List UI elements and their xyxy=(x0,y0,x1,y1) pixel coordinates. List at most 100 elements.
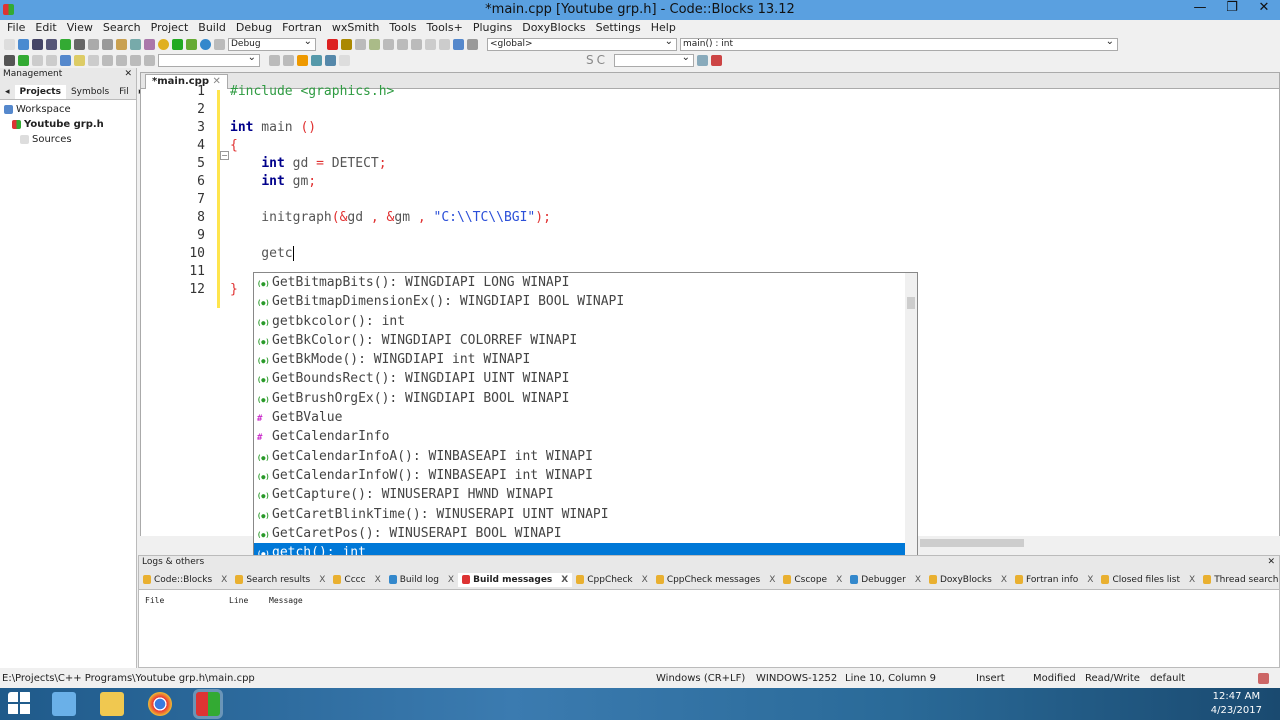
step-instruction-icon[interactable] xyxy=(411,38,422,50)
code-completion-icon[interactable] xyxy=(144,54,155,66)
autocomplete-item[interactable]: (●) GetCalendarInfoA(): WINBASEAPI int WI… xyxy=(254,447,905,466)
find-symbol-icon[interactable] xyxy=(697,54,709,66)
settings-wrench-icon[interactable] xyxy=(711,54,723,66)
autocomplete-item[interactable]: (●) GetBoundsRect(): WINGDIAPI UINT WINAP… xyxy=(254,369,905,388)
menu-view[interactable]: View xyxy=(62,20,98,36)
save-icon[interactable] xyxy=(32,38,43,50)
log-tab-cscope[interactable]: Cscope X xyxy=(779,573,846,587)
close-tab-icon[interactable]: ✕ xyxy=(212,76,220,87)
debug-windows-icon[interactable] xyxy=(453,38,464,50)
menu-file[interactable]: File xyxy=(2,20,30,36)
regex-icon[interactable] xyxy=(339,54,350,66)
codeblocks-taskbar-icon[interactable] xyxy=(193,689,223,719)
comment-icon[interactable] xyxy=(32,54,43,66)
tree-item[interactable]: Workspace xyxy=(0,102,136,117)
code-line[interactable]: #include <graphics.h> xyxy=(230,84,394,99)
step-into-icon[interactable] xyxy=(369,38,380,50)
autocomplete-item[interactable]: # GetCalendarInfo xyxy=(254,427,905,446)
forward-icon[interactable] xyxy=(283,54,294,66)
abort-icon[interactable] xyxy=(214,38,225,50)
autocomplete-item[interactable]: (●) GetBkColor(): WINGDIAPI COLORREF WINA… xyxy=(254,331,905,350)
menu-settings[interactable]: Settings xyxy=(591,20,646,36)
close-button[interactable]: ✕ xyxy=(1248,0,1280,20)
close-log-tab-icon[interactable]: X xyxy=(1189,575,1195,585)
code-line[interactable]: int gd = DETECT; xyxy=(230,156,386,171)
next-instruction-icon[interactable] xyxy=(397,38,408,50)
close-log-tab-icon[interactable]: X xyxy=(915,575,921,585)
code-line[interactable]: int main () xyxy=(230,120,316,135)
log-tab-build-messages[interactable]: Build messages X xyxy=(458,572,573,587)
autocomplete-item[interactable]: (●) GetCalendarInfoW(): WINBASEAPI int WI… xyxy=(254,466,905,485)
pause-icon[interactable] xyxy=(425,38,436,50)
prev-bookmark-icon[interactable] xyxy=(102,54,113,66)
close-log-tab-icon[interactable]: X xyxy=(448,575,454,585)
log-tab-cppcheck-messages[interactable]: CppCheck messages X xyxy=(652,573,780,587)
close-management-button[interactable]: ✕ xyxy=(124,69,132,79)
code-line[interactable]: { xyxy=(230,138,238,153)
control-panel-icon[interactable] xyxy=(52,692,76,716)
log-tab-cppcheck[interactable]: CppCheck X xyxy=(572,573,652,587)
redo-icon[interactable] xyxy=(74,38,85,50)
paste-icon[interactable] xyxy=(116,38,127,50)
back-icon[interactable] xyxy=(269,54,280,66)
step-out-icon[interactable] xyxy=(383,38,394,50)
code-line[interactable]: initgraph(&gd , &gm , "C:\\TC\\BGI"); xyxy=(230,210,551,225)
highlight-icon[interactable] xyxy=(297,54,308,66)
file-explorer-icon[interactable] xyxy=(100,692,124,716)
autocomplete-item[interactable]: (●) GetCapture(): WINUSERAPI HWND WINAPI xyxy=(254,485,905,504)
autocomplete-item[interactable]: (●) getbkcolor(): int xyxy=(254,312,905,331)
close-log-tab-icon[interactable]: X xyxy=(836,575,842,585)
menu-wxsmith[interactable]: wxSmith xyxy=(327,20,385,36)
copy-icon[interactable] xyxy=(102,38,113,50)
log-tab-thread-search[interactable]: Thread searchX xyxy=(1199,573,1280,587)
clock-time[interactable]: 12:47 AM xyxy=(1211,690,1262,704)
build-target-select[interactable]: Debug xyxy=(228,36,316,51)
symbol-search-select[interactable] xyxy=(614,52,695,67)
autocomplete-item[interactable]: (●) GetBkMode(): WINGDIAPI int WINAPI xyxy=(254,350,905,369)
toggle-bookmark-icon[interactable] xyxy=(116,54,127,66)
uncomment-icon[interactable] xyxy=(46,54,57,66)
autocomplete-item[interactable]: (●) GetCaretPos(): WINUSERAPI BOOL WINAPI xyxy=(254,524,905,543)
code-line[interactable]: } xyxy=(230,282,238,297)
doxywizard-icon[interactable] xyxy=(60,54,71,66)
stop-debug-icon[interactable] xyxy=(439,38,450,50)
tree-item[interactable]: Youtube grp.h xyxy=(0,117,136,132)
close-logs-button[interactable]: ✕ xyxy=(1267,557,1275,567)
build-icon[interactable] xyxy=(158,38,169,50)
rebuild-icon[interactable] xyxy=(200,38,211,50)
code-line[interactable]: int gm; xyxy=(230,174,316,189)
help-icon[interactable] xyxy=(74,54,85,66)
debug-icon[interactable] xyxy=(327,38,338,50)
log-tab-fortran-info[interactable]: Fortran info X xyxy=(1011,573,1097,587)
menu-edit[interactable]: Edit xyxy=(30,20,61,36)
close-log-tab-icon[interactable]: X xyxy=(769,575,775,585)
various-info-icon[interactable] xyxy=(467,38,478,50)
run-icon[interactable] xyxy=(172,38,183,50)
autocomplete-popup[interactable]: (●) GetBitmapBits(): WINGDIAPI LONG WINAP… xyxy=(253,272,918,563)
log-tab-debugger[interactable]: Debugger X xyxy=(846,573,925,587)
menu-doxyblocks[interactable]: DoxyBlocks xyxy=(517,20,590,36)
close-log-tab-icon[interactable]: X xyxy=(375,575,381,585)
autocomplete-item[interactable]: (●) GetCaretBlinkTime(): WINUSERAPI UINT … xyxy=(254,505,905,524)
menu-help[interactable]: Help xyxy=(646,20,681,36)
menu-build[interactable]: Build xyxy=(193,20,231,36)
autocomplete-item[interactable]: # GetBValue xyxy=(254,408,905,427)
spell-check-icon[interactable] xyxy=(311,54,322,66)
fold-marker-icon[interactable]: − xyxy=(220,151,229,160)
column-header-file[interactable]: File xyxy=(145,596,229,605)
autocomplete-item[interactable]: (●) GetBitmapDimensionEx(): WINGDIAPI BOO… xyxy=(254,292,905,311)
save-all-icon[interactable] xyxy=(46,38,57,50)
close-log-tab-icon[interactable]: X xyxy=(1087,575,1093,585)
log-tab-closed-files-list[interactable]: Closed files list X xyxy=(1097,573,1199,587)
menu-tools[interactable]: Tools+ xyxy=(422,20,468,36)
chrome-icon[interactable] xyxy=(148,692,172,716)
log-tab-search-results[interactable]: Search results X xyxy=(231,573,329,587)
clock-date[interactable]: 4/23/2017 xyxy=(1211,704,1262,718)
log-tab-doxyblocks[interactable]: DoxyBlocks X xyxy=(925,573,1011,587)
find-icon[interactable] xyxy=(130,38,141,50)
thesaurus-icon[interactable] xyxy=(325,54,336,66)
menu-search[interactable]: Search xyxy=(98,20,146,36)
search-input[interactable] xyxy=(158,52,260,67)
symbol-s-button[interactable]: S xyxy=(586,53,594,67)
tab-fil[interactable]: Fil xyxy=(114,85,134,99)
